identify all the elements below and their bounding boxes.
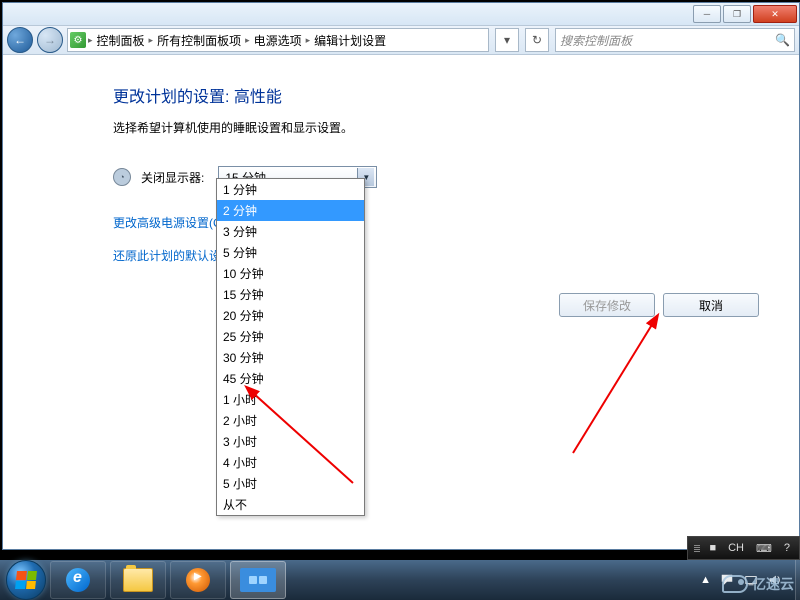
chevron-right-icon: ▸ <box>88 35 93 46</box>
windows-logo-icon <box>15 571 37 589</box>
page-title: 更改计划的设置: 高性能 <box>113 83 799 107</box>
dropdown-option[interactable]: 1 分钟 <box>217 179 364 200</box>
chevron-right-icon: ▸ <box>149 35 154 46</box>
help-icon[interactable]: ? <box>781 542 793 554</box>
chevron-right-icon: ▸ <box>306 35 311 46</box>
advanced-power-link[interactable]: 更改高级电源设置(C <box>113 214 222 231</box>
control-panel-window: ─ ❐ ✕ ← → ⚙ ▸ 控制面板 ▸ 所有控制面板项 ▸ 电源选项 ▸ 编辑… <box>2 2 800 550</box>
close-button[interactable]: ✕ <box>753 5 797 23</box>
language-bar[interactable]: ■ CH ⌨ ? <box>687 536 800 560</box>
dropdown-option[interactable]: 15 分钟 <box>217 284 364 305</box>
restore-defaults-link[interactable]: 还原此计划的默认设 <box>113 247 221 264</box>
chevron-right-icon: ▸ <box>245 35 250 46</box>
address-dropdown-button[interactable]: ▾ <box>495 28 519 52</box>
start-button[interactable] <box>6 560 46 600</box>
search-input[interactable]: 搜索控制面板 🔍 <box>555 28 795 52</box>
annotation-arrow <box>203 373 363 493</box>
taskbar-explorer[interactable] <box>110 561 166 599</box>
dropdown-option[interactable]: 25 分钟 <box>217 326 364 347</box>
language-indicator[interactable]: CH <box>725 542 747 554</box>
tray-overflow-button[interactable]: ▲ <box>700 574 711 586</box>
watermark-icon <box>722 575 748 593</box>
dropdown-option[interactable]: 5 分钟 <box>217 242 364 263</box>
taskbar-ie[interactable] <box>50 561 106 599</box>
dropdown-option[interactable]: 30 分钟 <box>217 347 364 368</box>
display-off-label: 关闭显示器: <box>141 169 204 186</box>
refresh-button[interactable]: ↻ <box>525 28 549 52</box>
monitor-icon: ◔ <box>113 168 131 186</box>
page-subtitle: 选择希望计算机使用的睡眠设置和显示设置。 <box>113 119 799 136</box>
dropdown-option[interactable]: 10 分钟 <box>217 263 364 284</box>
breadcrumb[interactable]: ⚙ ▸ 控制面板 ▸ 所有控制面板项 ▸ 电源选项 ▸ 编辑计划设置 <box>67 28 489 52</box>
crumb-item[interactable]: 所有控制面板项 <box>155 32 243 49</box>
ie-icon <box>66 568 90 592</box>
taskbar: ▲ <box>0 560 800 600</box>
taskbar-media-player[interactable] <box>170 561 226 599</box>
control-panel-task-icon <box>240 568 276 592</box>
search-placeholder: 搜索控制面板 <box>560 32 632 49</box>
control-panel-icon: ⚙ <box>70 32 86 48</box>
watermark: 亿速云 <box>722 574 794 594</box>
search-icon: 🔍 <box>775 33 790 47</box>
taskbar-control-panel[interactable] <box>230 561 286 599</box>
annotation-arrow <box>563 303 723 463</box>
drag-handle-icon[interactable] <box>694 545 700 552</box>
crumb-item[interactable]: 电源选项 <box>252 32 304 49</box>
dropdown-option[interactable]: 从不 <box>217 494 364 515</box>
dropdown-option[interactable]: 2 分钟 <box>217 200 364 221</box>
show-desktop-button[interactable] <box>795 560 800 600</box>
dropdown-option[interactable]: 3 分钟 <box>217 221 364 242</box>
dropdown-option[interactable]: 20 分钟 <box>217 305 364 326</box>
crumb-item[interactable]: 编辑计划设置 <box>312 32 388 49</box>
maximize-button[interactable]: ❐ <box>723 5 751 23</box>
content-area: 更改计划的设置: 高性能 选择希望计算机使用的睡眠设置和显示设置。 ◔ 关闭显示… <box>3 55 799 280</box>
folder-icon <box>123 568 153 592</box>
address-bar: ← → ⚙ ▸ 控制面板 ▸ 所有控制面板项 ▸ 电源选项 ▸ 编辑计划设置 ▾… <box>3 26 799 55</box>
crumb-item[interactable]: 控制面板 <box>95 32 147 49</box>
keyboard-icon[interactable]: ⌨ <box>753 542 775 555</box>
minimize-button[interactable]: ─ <box>693 5 721 23</box>
media-player-icon <box>186 568 210 592</box>
ime-indicator[interactable]: ■ <box>706 542 719 554</box>
titlebar: ─ ❐ ✕ <box>3 3 799 26</box>
back-button[interactable]: ← <box>7 27 33 53</box>
forward-button[interactable]: → <box>37 27 63 53</box>
